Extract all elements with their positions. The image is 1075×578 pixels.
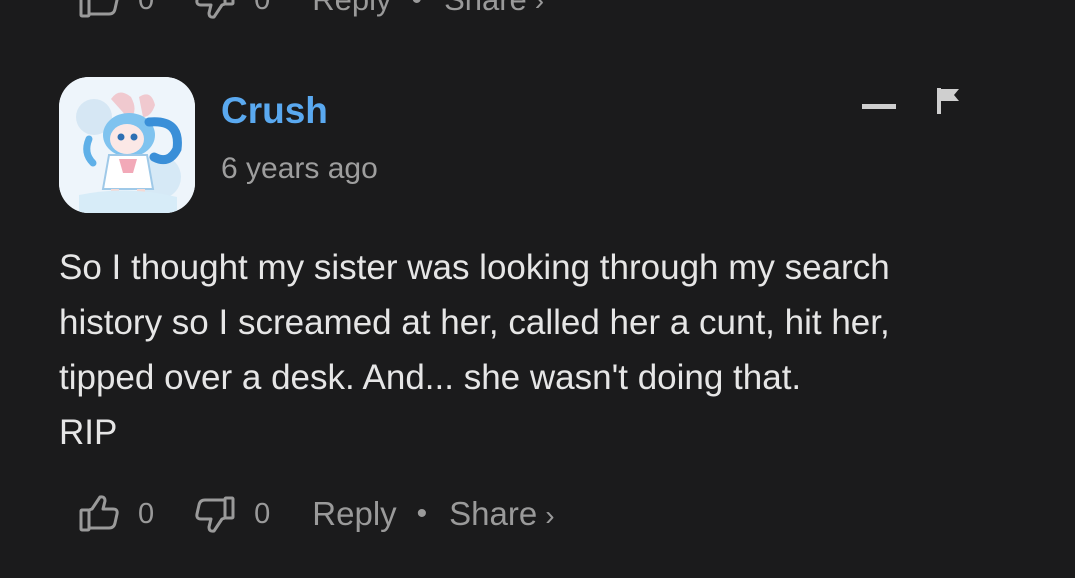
reply-button[interactable]: Reply [312, 0, 391, 18]
collapse-button[interactable] [862, 92, 896, 118]
share-button[interactable]: Share› [449, 495, 554, 533]
like-count: 0 [138, 0, 154, 17]
like-count: 0 [138, 497, 155, 530]
thumbs-up-icon[interactable] [78, 493, 120, 535]
previous-comment-actions: 0 0 Reply • Share › [78, 0, 544, 22]
comment-text-line: RIP [59, 413, 118, 452]
share-button[interactable]: Share › [444, 0, 544, 18]
comment-timestamp: 6 years ago [221, 152, 378, 185]
thumbs-up-icon[interactable] [78, 0, 120, 21]
chevron-right-icon: › [545, 500, 555, 531]
separator-dot: • [412, 0, 423, 17]
thumbs-down-icon[interactable] [194, 0, 236, 21]
share-label: Share [449, 495, 538, 532]
reply-button[interactable]: Reply [312, 495, 396, 533]
flag-icon [937, 88, 959, 114]
flag-button[interactable] [934, 86, 962, 116]
chevron-right-icon: › [534, 0, 545, 16]
share-label: Share [444, 0, 527, 17]
comment-body: So I thought my sister was looking throu… [59, 240, 1039, 460]
dislike-count: 0 [254, 497, 271, 530]
comment-text-line: history so I screamed at her, called her… [59, 303, 890, 342]
avatar[interactable] [59, 77, 195, 213]
dislike-count: 0 [254, 0, 270, 17]
comment-text-line: So I thought my sister was looking throu… [59, 248, 890, 287]
comment-actions: 0 0 Reply • Share › [78, 492, 555, 536]
anime-avatar-icon [59, 77, 195, 213]
comment-username[interactable]: Crush [221, 90, 328, 132]
collapse-icon [862, 104, 896, 109]
comment-text-line: tipped over a desk. And... she wasn't do… [59, 358, 802, 397]
separator-dot: • [416, 497, 428, 530]
thumbs-down-icon[interactable] [194, 493, 236, 535]
